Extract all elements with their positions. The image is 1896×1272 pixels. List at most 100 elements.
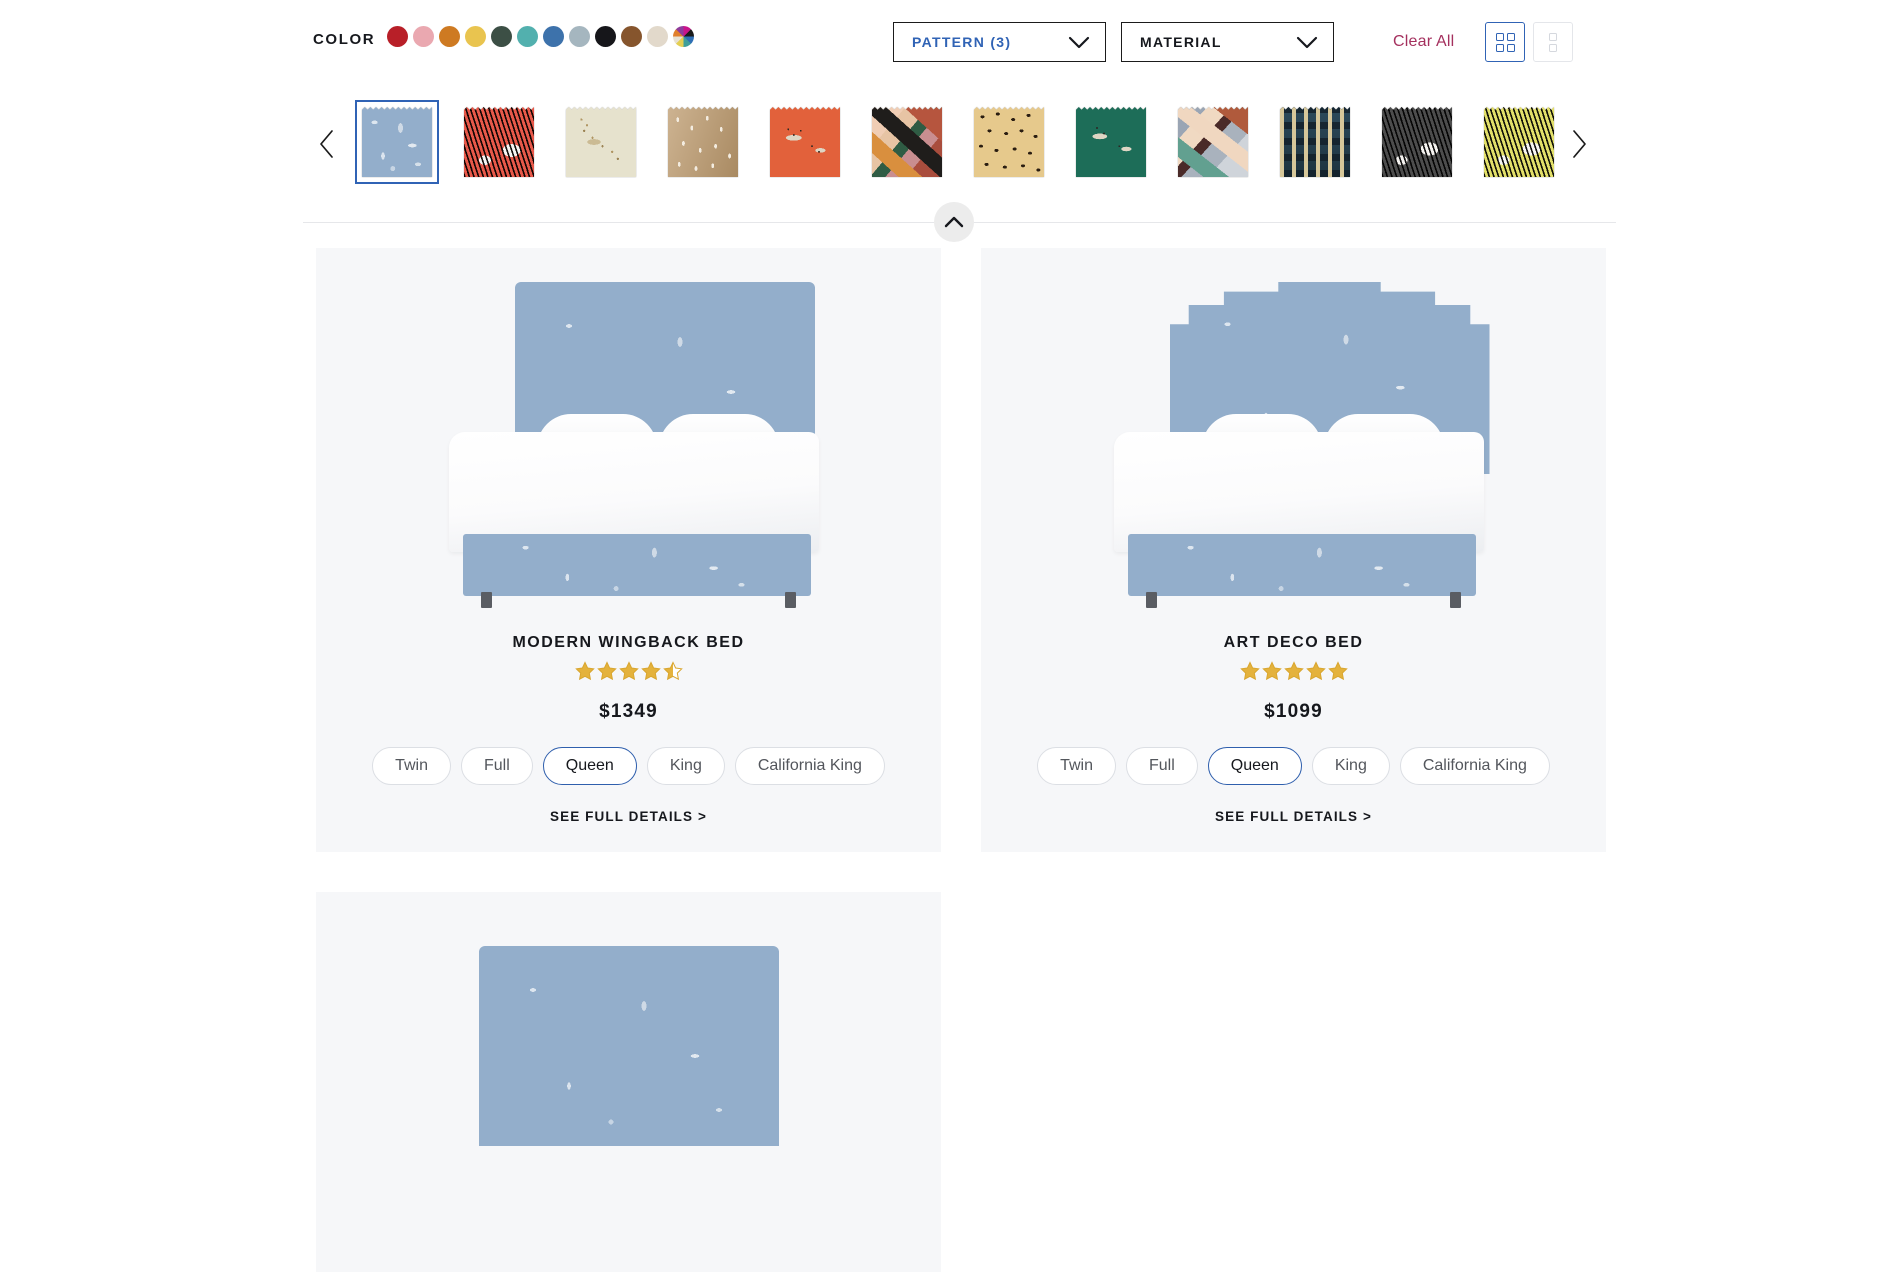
- bed-leg: [480, 592, 492, 608]
- pattern-filter-dropdown[interactable]: PATTERN (3): [893, 22, 1106, 62]
- pattern-swatch-red-zebra[interactable]: [457, 100, 541, 184]
- product-rating: [574, 661, 683, 681]
- product-card[interactable]: [316, 892, 941, 1272]
- color-swatch-multicolor[interactable]: [673, 26, 695, 47]
- color-swatch-orange[interactable]: [439, 26, 461, 47]
- size-option-twin[interactable]: Twin: [372, 747, 451, 785]
- pattern-swatch-image: [668, 107, 738, 177]
- pattern-swatch-tan-dots[interactable]: [661, 100, 745, 184]
- pattern-swatch-warm-geometric[interactable]: [865, 100, 949, 184]
- star-icon: [1283, 661, 1304, 681]
- bed-image: [419, 282, 839, 612]
- size-option-queen[interactable]: Queen: [1207, 747, 1302, 785]
- star-icon: [618, 661, 639, 681]
- see-full-details-link[interactable]: SEE FULL DETAILS >: [1215, 809, 1372, 824]
- pattern-swatch-cream-cheetah[interactable]: [559, 100, 643, 184]
- pattern-swatch-image: [1178, 107, 1248, 177]
- color-swatch-teal[interactable]: [517, 26, 539, 47]
- bed-base: [1127, 534, 1476, 596]
- pattern-swatch-orange-cheetah[interactable]: [763, 100, 847, 184]
- pattern-swatch-yellow-zebra[interactable]: [1477, 100, 1561, 184]
- chevron-right-icon: [1573, 130, 1586, 158]
- star-icon: [1327, 661, 1348, 681]
- pattern-swatch-cool-geometric[interactable]: [1171, 100, 1255, 184]
- pattern-swatch-image: [770, 107, 840, 177]
- size-option-full[interactable]: Full: [460, 747, 533, 785]
- product-card[interactable]: ART DECO BED $1099 Twin Full Queen King Cali…: [981, 248, 1606, 852]
- pattern-swatch-image: [1280, 107, 1350, 177]
- product-grid: MODERN WINGBACK BED $1349 Twin Full Queen K…: [316, 248, 1606, 1272]
- bed-image: [1084, 282, 1504, 612]
- size-selector: Twin Full Queen King California King: [1037, 747, 1550, 785]
- bed-leg: [784, 592, 796, 608]
- color-swatch-light-blue-gray[interactable]: [569, 26, 591, 47]
- star-icon: [662, 661, 683, 681]
- color-swatch-red[interactable]: [387, 26, 409, 47]
- see-full-details-link[interactable]: SEE FULL DETAILS >: [550, 809, 707, 824]
- material-filter-dropdown[interactable]: MATERIAL: [1121, 22, 1334, 62]
- color-swatch-black[interactable]: [595, 26, 617, 47]
- pattern-swatch-image: [566, 107, 636, 177]
- size-option-full[interactable]: Full: [1125, 747, 1198, 785]
- color-swatch-cream[interactable]: [647, 26, 669, 47]
- pattern-swatch-image: [974, 107, 1044, 177]
- color-swatch-pink[interactable]: [413, 26, 435, 47]
- bed-base: [462, 534, 811, 596]
- star-icon: [596, 661, 617, 681]
- product-title: ART DECO BED: [1223, 634, 1364, 651]
- clear-all-button[interactable]: Clear All: [1393, 33, 1454, 51]
- pattern-swatch-image: [362, 107, 432, 177]
- size-option-california-king[interactable]: California King: [1399, 747, 1550, 785]
- pattern-swatch-indigo-ikat[interactable]: [1273, 100, 1357, 184]
- view-mode-toggles: [1485, 22, 1573, 62]
- pattern-swatch-image: [872, 107, 942, 177]
- pattern-swatch-list: [355, 100, 1561, 184]
- chevron-left-icon: [320, 130, 333, 158]
- grid-icon: [1495, 32, 1515, 52]
- color-filter-label: COLOR: [313, 30, 376, 48]
- product-title: MODERN WINGBACK BED: [512, 634, 745, 651]
- product-image[interactable]: [316, 892, 941, 1244]
- pattern-swatch-image: [464, 107, 534, 177]
- size-option-california-king[interactable]: California King: [734, 747, 885, 785]
- material-filter-label: MATERIAL: [1140, 34, 1222, 50]
- pattern-swatch-image: [1484, 107, 1554, 177]
- color-swatch-yellow[interactable]: [465, 26, 487, 47]
- color-swatch-blue[interactable]: [543, 26, 565, 47]
- size-option-queen[interactable]: Queen: [542, 747, 637, 785]
- star-icon: [574, 661, 595, 681]
- bed-leg: [1145, 592, 1157, 608]
- pattern-next-button[interactable]: [1562, 122, 1596, 166]
- pattern-swatch-gray-zebra[interactable]: [1375, 100, 1459, 184]
- color-swatch-dark-green[interactable]: [491, 26, 513, 47]
- chevron-down-icon: [1068, 36, 1090, 48]
- pattern-swatch-green-cheetah[interactable]: [1069, 100, 1153, 184]
- pattern-swatch-leopard-print[interactable]: [967, 100, 1051, 184]
- product-card[interactable]: MODERN WINGBACK BED $1349 Twin Full Queen K…: [316, 248, 941, 852]
- product-price: $1099: [1264, 701, 1323, 722]
- color-swatch-brown[interactable]: [621, 26, 643, 47]
- pattern-prev-button[interactable]: [310, 122, 344, 166]
- chevron-down-icon: [1296, 36, 1318, 48]
- pattern-swatch-image: [1076, 107, 1146, 177]
- grid-view-button[interactable]: [1485, 22, 1525, 62]
- star-icon: [1261, 661, 1282, 681]
- size-option-king[interactable]: King: [1311, 747, 1390, 785]
- collapse-filters-button[interactable]: [934, 202, 974, 242]
- size-option-twin[interactable]: Twin: [1037, 747, 1116, 785]
- bed-leg: [1449, 592, 1461, 608]
- product-rating: [1239, 661, 1348, 681]
- size-option-king[interactable]: King: [646, 747, 725, 785]
- list-icon: [1549, 32, 1557, 52]
- star-icon: [1239, 661, 1260, 681]
- filter-dropdowns: PATTERN (3) MATERIAL: [893, 22, 1334, 62]
- pattern-swatch-blue-toile-birds[interactable]: [355, 100, 439, 184]
- filter-bar: COLOR PATTERN (3) MATERIAL Clear All: [0, 0, 1896, 72]
- product-image[interactable]: [981, 248, 1606, 628]
- product-image[interactable]: [316, 248, 941, 628]
- star-icon: [1305, 661, 1326, 681]
- color-filter-group: COLOR: [313, 26, 699, 52]
- size-selector: Twin Full Queen King California King: [372, 747, 885, 785]
- bed-headboard: [478, 946, 779, 1146]
- list-view-button[interactable]: [1533, 22, 1573, 62]
